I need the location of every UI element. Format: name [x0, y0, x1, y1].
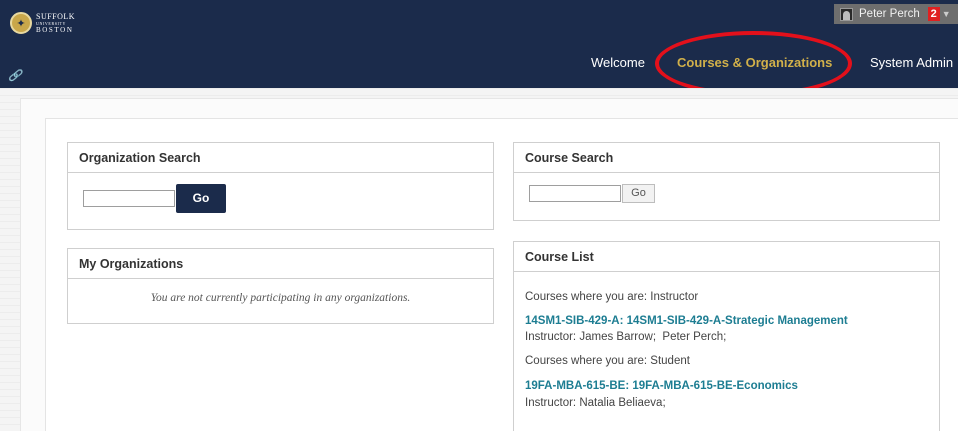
link-icon[interactable]: 🔗	[8, 69, 22, 82]
course-instructors: Instructor: Natalia Beliaeva;	[525, 397, 666, 409]
notification-badge[interactable]: 2	[927, 7, 940, 21]
course-instructors: Instructor: James Barrow; Peter Perch;	[525, 331, 727, 343]
my-organizations-module: My Organizations	[67, 248, 494, 324]
highlight-annotation-ring	[655, 31, 852, 96]
user-menu[interactable]: Peter Perch 2 ▼	[834, 4, 958, 24]
organization-search-input[interactable]	[83, 190, 175, 207]
logo-line-1: SUFFOLK	[36, 11, 76, 21]
organization-go-button[interactable]: Go	[176, 184, 226, 213]
course-search-module: Course Search	[513, 142, 940, 221]
organization-search-title: Organization Search	[68, 143, 493, 173]
logo-line-3: BOSTON	[36, 25, 74, 34]
course-search-title: Course Search	[514, 143, 939, 173]
course-list-title: Course List	[514, 242, 939, 272]
my-organizations-title: My Organizations	[68, 249, 493, 279]
empty-organizations-message: You are not currently participating in a…	[150, 292, 411, 304]
course-search-input[interactable]	[529, 185, 621, 202]
course-go-button[interactable]: Go	[622, 184, 655, 203]
organization-search-module: Organization Search	[67, 142, 494, 230]
tab-system-admin[interactable]: System Admin	[870, 55, 953, 71]
course-link-economics[interactable]: 19FA-MBA-615-BE: 19FA-MBA-615-BE-Economi…	[525, 380, 798, 392]
tab-welcome[interactable]: Welcome	[591, 55, 645, 71]
student-group-heading: Courses where you are: Student	[525, 355, 690, 367]
caret-down-icon[interactable]: ▼	[942, 9, 951, 19]
university-logo[interactable]: ✦ SUFFOLK UNIVERSITY BOSTON	[10, 12, 75, 34]
course-link-strategic-management[interactable]: 14SM1-SIB-429-A: 14SM1-SIB-429-A-Strateg…	[525, 315, 848, 327]
university-seal-icon: ✦	[10, 12, 32, 34]
instructor-group-heading: Courses where you are: Instructor	[525, 291, 699, 303]
avatar	[840, 7, 853, 21]
user-name: Peter Perch	[859, 8, 920, 20]
